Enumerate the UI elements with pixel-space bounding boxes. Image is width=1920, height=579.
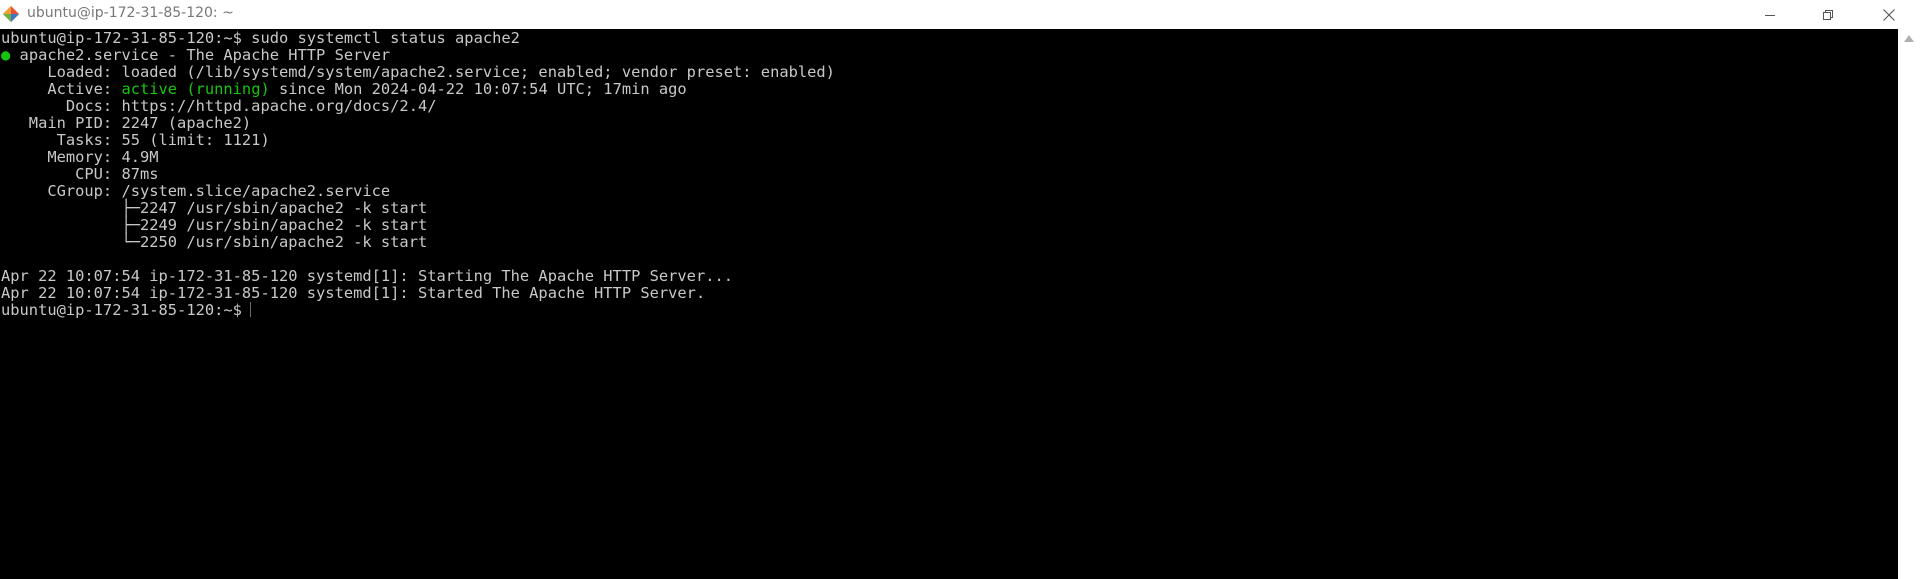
prompt-text: ubuntu@ip-172-31-85-120:~$ bbox=[1, 301, 242, 319]
window-titlebar[interactable]: ubuntu@ip-172-31-85-120: ~ bbox=[0, 0, 1920, 29]
terminal-line: Main PID: 2247 (apache2) bbox=[1, 114, 252, 132]
terminal-line: ├─2249 /usr/sbin/apache2 -k start bbox=[1, 216, 428, 234]
terminal-line: Active: active (running) since Mon 2024-… bbox=[1, 80, 687, 98]
window-title: ubuntu@ip-172-31-85-120: ~ bbox=[27, 5, 234, 21]
scroll-up-arrow-icon[interactable] bbox=[1904, 35, 1914, 42]
terminal-output[interactable]: ubuntu@ip-172-31-85-120:~$ sudo systemct… bbox=[0, 29, 1898, 579]
minimize-icon bbox=[1765, 14, 1775, 16]
service-name: apache2.service - The Apache HTTP Server bbox=[10, 46, 391, 64]
close-button[interactable] bbox=[1857, 0, 1920, 29]
minimize-button[interactable] bbox=[1741, 0, 1799, 29]
terminal-line: Apr 22 10:07:54 ip-172-31-85-120 systemd… bbox=[1, 267, 734, 285]
terminal-line: Apr 22 10:07:54 ip-172-31-85-120 systemd… bbox=[1, 284, 706, 302]
status-bullet-icon: ● bbox=[1, 46, 11, 64]
terminal-line: Memory: 4.9M bbox=[1, 148, 159, 166]
terminal-line: Loaded: loaded (/lib/systemd/system/apac… bbox=[1, 63, 835, 81]
terminal-line: ├─2247 /usr/sbin/apache2 -k start bbox=[1, 199, 428, 217]
restore-button[interactable] bbox=[1799, 0, 1857, 29]
git-bash-icon bbox=[3, 6, 19, 22]
terminal-line: ubuntu@ip-172-31-85-120:~$ sudo systemct… bbox=[1, 29, 520, 47]
text-cursor bbox=[249, 302, 251, 317]
vertical-scrollbar[interactable] bbox=[1898, 29, 1920, 579]
active-status: active (running) bbox=[121, 80, 270, 98]
active-label: Active: bbox=[1, 80, 122, 98]
terminal-prompt[interactable]: ubuntu@ip-172-31-85-120:~$ bbox=[1, 302, 251, 319]
terminal-line: └─2250 /usr/sbin/apache2 -k start bbox=[1, 233, 428, 251]
active-since: since Mon 2024-04-22 10:07:54 UTC; 17min… bbox=[269, 80, 687, 98]
terminal-line: Docs: https://httpd.apache.org/docs/2.4/ bbox=[1, 97, 437, 115]
terminal-line: ● apache2.service - The Apache HTTP Serv… bbox=[1, 47, 390, 64]
close-icon bbox=[1882, 8, 1895, 21]
terminal-line: CPU: 87ms bbox=[1, 165, 159, 183]
terminal-line: CGroup: /system.slice/apache2.service bbox=[1, 182, 391, 200]
terminal-line: Tasks: 55 (limit: 1121) bbox=[1, 131, 270, 149]
restore-icon bbox=[1823, 9, 1833, 20]
